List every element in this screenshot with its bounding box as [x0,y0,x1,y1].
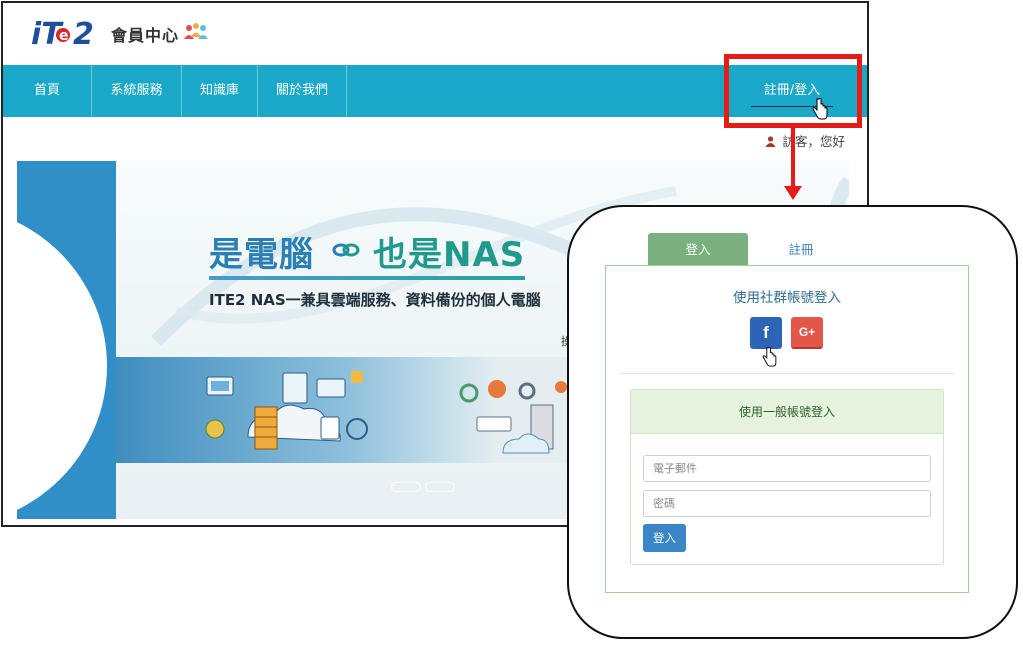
slide-indicator-1[interactable] [391,482,421,492]
svg-text:e: e [59,28,69,44]
link-icon [332,243,360,257]
site-title: 會員中心 [111,26,180,45]
banner-subtitle: ITE2 NAS一兼具雲端服務、資料備份的個人電腦 [209,291,541,309]
general-login-title: 使用一般帳號登入 [631,390,943,434]
network-tools-illustration [459,380,567,454]
svg-text:2: 2 [73,17,94,51]
ite2-logo[interactable]: iT e 2 [29,15,101,51]
email-field[interactable] [643,455,931,482]
visitor-greeting: 訪客，您好 [765,131,845,150]
hand-cursor-icon [762,347,777,367]
callout-arrow-line [791,128,795,190]
nav-about-us[interactable]: 關於我們 [258,65,347,117]
facebook-login-button[interactable]: f [750,317,782,349]
callout-arrow-head-icon [784,186,802,200]
nav-knowledge-base[interactable]: 知識庫 [182,65,258,117]
section-divider [620,373,955,374]
slide-indicator-2[interactable] [425,482,455,492]
facebook-icon: f [763,323,769,342]
banner-rule [209,276,525,280]
tab-login[interactable]: 登入 [648,233,748,267]
hand-cursor-icon [812,98,828,120]
login-submit-button[interactable]: 登入 [643,524,686,552]
google-plus-icon: G+ [798,325,816,339]
people-group-icon [184,23,208,39]
social-login-title: 使用社群帳號登入 [733,290,841,306]
google-plus-login-button[interactable]: G+ [791,317,823,349]
highlight-box [724,54,862,128]
chevron-left-icon[interactable]: ‹ [79,338,107,372]
tab-register[interactable]: 註冊 [762,233,840,267]
password-field[interactable] [643,490,931,517]
cloud-server-illustration [205,371,368,450]
nav-home[interactable]: 首頁 [3,65,92,117]
nav-system-services[interactable]: 系統服務 [92,65,182,117]
banner-headline-nas: 也是NAS [373,235,526,275]
user-icon [765,136,776,147]
banner-headline-computer: 是電腦 [209,235,314,275]
